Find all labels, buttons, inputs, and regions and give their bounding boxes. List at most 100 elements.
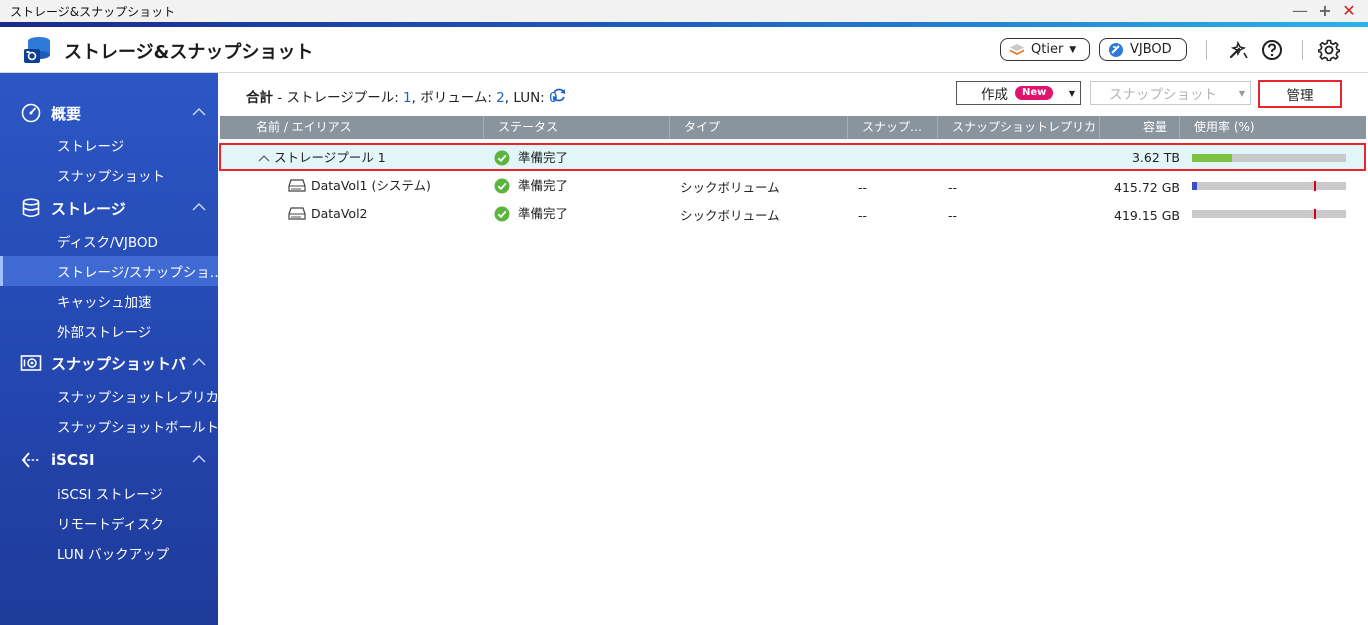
snapshot-dropdown[interactable]: スナップショット ▼ (1090, 81, 1251, 105)
header-divider (1206, 40, 1207, 60)
table-row-volume[interactable]: DataVol2 準備完了 シックボリューム -- -- 419.15 GB (220, 200, 1366, 227)
sidebar-section-label: スナップショットバ (51, 354, 187, 373)
volume-name: DataVol2 (311, 206, 368, 221)
usage-bar (1192, 181, 1346, 191)
sidebar-section-snapshot-backup[interactable]: スナップショットバ (0, 349, 218, 377)
snapshot-cell: -- (858, 180, 868, 195)
pool-count: 1 (403, 90, 412, 106)
header-divider (1302, 40, 1303, 60)
sidebar-section-overview[interactable]: 概要 (0, 99, 218, 127)
tools-icon[interactable] (1227, 39, 1249, 61)
volume-name: DataVol1 (システム) (311, 178, 431, 193)
column-header-snapshot[interactable]: スナップ… (848, 116, 938, 139)
sidebar-section-label: iSCSI (51, 451, 95, 469)
usage-threshold-marker (1314, 181, 1316, 191)
sidebar-item-cache-acceleration[interactable]: キャッシュ加速 (0, 286, 218, 316)
usage-bar-fill (1192, 182, 1197, 190)
qtier-icon (1010, 43, 1024, 55)
app-logo-icon (24, 37, 50, 63)
pool-name: ストレージプール 1 (274, 150, 386, 165)
sidebar-section-label: 概要 (51, 104, 82, 123)
chevron-up-icon (192, 203, 206, 211)
status-cell: 準備完了 (494, 200, 568, 227)
usage-bar (1192, 209, 1346, 219)
volume-icon (288, 207, 306, 220)
sidebar-item-storage-snapshots[interactable]: ストレージ/スナップショ… (0, 256, 218, 286)
column-header-type[interactable]: タイプ (670, 116, 848, 139)
sidebar-item-external-storage[interactable]: 外部ストレージ (0, 316, 218, 346)
vjbod-icon (1109, 42, 1123, 57)
capacity-cell: 3.62 TB (1131, 150, 1180, 165)
sidebar-section-label: ストレージ (51, 199, 126, 218)
settings-icon[interactable] (1318, 39, 1340, 61)
summary-bar: 合計 - ストレージプール: 1, ボリューム: 2, LUN: 0 (246, 86, 558, 106)
status-cell: 準備完了 (494, 172, 568, 199)
summary-dash: - (273, 90, 287, 106)
chevron-up-icon (192, 455, 206, 463)
snapshot-label: スナップショット (1109, 87, 1217, 103)
app-title: ストレージ&スナップショット (64, 42, 314, 63)
status-text: 準備完了 (518, 206, 569, 221)
maximize-icon[interactable]: + (1317, 2, 1333, 20)
qtier-button[interactable]: Qtier ▼ (1000, 38, 1090, 61)
table-row-volume[interactable]: DataVol1 (システム) 準備完了 シックボリューム -- -- 415.… (220, 172, 1366, 199)
replica-cell: -- (948, 208, 958, 223)
sidebar: 概要 ストレージ スナップショット ストレージ ディスク/VJBOD ストレージ… (0, 73, 218, 625)
caret-down-icon: ▼ (1068, 89, 1075, 98)
usage-threshold-marker (1314, 209, 1316, 219)
lun-count-label: , LUN: (504, 90, 550, 106)
status-text: 準備完了 (518, 150, 569, 165)
volume-count-label: , ボリューム: (411, 90, 497, 106)
sidebar-item-snapshot-replica[interactable]: スナップショットレプリカ (0, 381, 218, 411)
volume-icon (288, 179, 306, 192)
chevron-up-icon (192, 358, 206, 366)
pool-name-cell: ストレージプール 1 (258, 144, 386, 171)
sidebar-item-lun-backup[interactable]: LUN バックアップ (0, 538, 218, 568)
column-header-name[interactable]: 名前 / エイリアス (220, 116, 484, 139)
column-header-capacity[interactable]: 容量 (1100, 116, 1180, 139)
replica-cell: -- (948, 180, 958, 195)
sidebar-item-disks-vjbod[interactable]: ディスク/VJBOD (0, 226, 218, 256)
volume-name-cell: DataVol2 (288, 200, 368, 227)
usage-bar (1192, 154, 1346, 162)
create-dropdown[interactable]: 作成 New ▼ (956, 81, 1081, 105)
type-cell: シックボリューム (680, 208, 780, 223)
pool-count-label: ストレージプール: (286, 90, 404, 106)
summary-title: 合計 (246, 90, 273, 106)
iscsi-icon (21, 452, 39, 468)
table-row-pool[interactable]: ストレージプール 1 準備完了 3.62 TB (220, 144, 1366, 171)
column-header-status[interactable]: ステータス (484, 116, 670, 139)
close-icon[interactable]: ✕ (1341, 2, 1357, 20)
chevron-up-icon (192, 108, 206, 116)
minimize-icon[interactable]: — (1292, 2, 1308, 20)
refresh-icon[interactable] (551, 87, 567, 103)
app-header: ストレージ&スナップショット Qtier ▼ VJBOD (0, 27, 1368, 73)
sidebar-item-storage-overview[interactable]: ストレージ (0, 130, 218, 160)
capacity-cell: 419.15 GB (1114, 208, 1180, 223)
capacity-cell: 415.72 GB (1114, 180, 1180, 195)
manage-button[interactable]: 管理 (1258, 80, 1342, 108)
new-badge: New (1015, 86, 1054, 100)
help-icon[interactable] (1261, 39, 1283, 61)
type-cell: シックボリューム (680, 180, 780, 195)
check-circle-icon (494, 150, 510, 165)
volume-name-cell: DataVol1 (システム) (288, 172, 431, 199)
database-icon (22, 198, 40, 218)
sidebar-item-iscsi-storage[interactable]: iSCSI ストレージ (0, 478, 218, 508)
sidebar-item-remote-disk[interactable]: リモートディスク (0, 508, 218, 538)
usage-bar-fill (1192, 154, 1232, 162)
vjbod-label: VJBOD (1130, 42, 1172, 57)
sidebar-section-storage[interactable]: ストレージ (0, 194, 218, 222)
snapshot-cell: -- (858, 208, 868, 223)
window-titlebar: ストレージ&スナップショット — + ✕ (0, 0, 1368, 22)
sidebar-section-iscsi[interactable]: iSCSI (0, 446, 218, 474)
column-header-replica[interactable]: スナップショットレプリカ (938, 116, 1100, 139)
caret-down-icon: ▼ (1069, 44, 1077, 55)
column-header-usage[interactable]: 使用率 (%) (1180, 116, 1366, 139)
sidebar-item-snapshot-vault[interactable]: スナップショットボールト (0, 411, 218, 441)
sidebar-item-snapshot-overview[interactable]: スナップショット (0, 160, 218, 190)
check-circle-icon (494, 206, 510, 221)
caret-down-icon: ▼ (1238, 89, 1245, 98)
vjbod-button[interactable]: VJBOD (1099, 38, 1187, 61)
chevron-up-icon[interactable] (258, 154, 270, 162)
